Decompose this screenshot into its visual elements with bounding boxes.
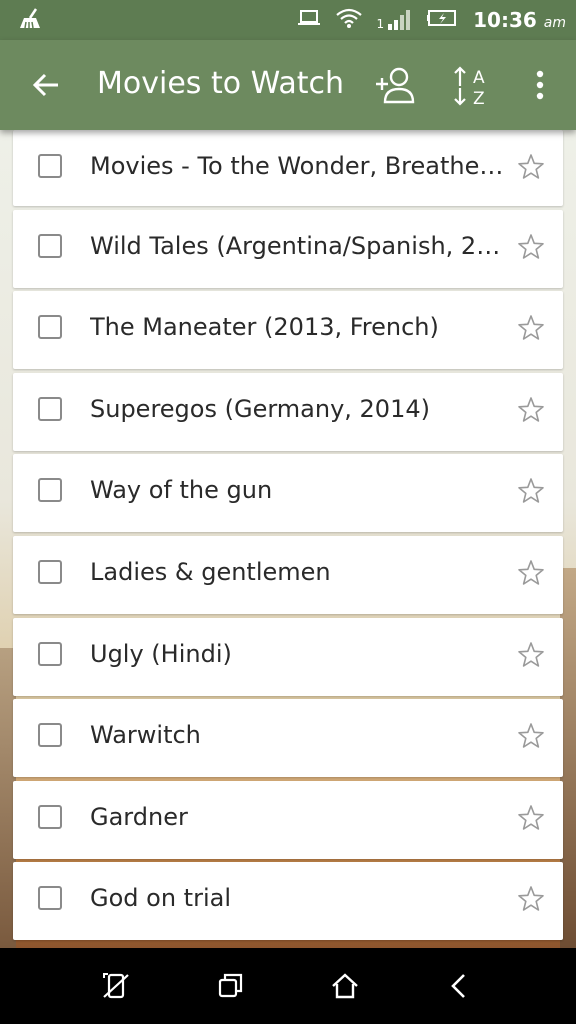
item-title: Ladies & gentlemen: [90, 557, 331, 586]
list-item[interactable]: God on trial: [13, 862, 563, 941]
item-checkbox[interactable]: [38, 233, 62, 258]
screenshot-icon: [103, 973, 129, 999]
sort-button[interactable]: A Z: [452, 64, 496, 109]
list-item[interactable]: Ladies & gentlemen: [13, 535, 563, 614]
item-checkbox[interactable]: [38, 396, 62, 421]
svg-text:A: A: [473, 68, 485, 88]
star-icon[interactable]: [517, 314, 545, 342]
task-list: Movies - To the Wonder, Breathe In Wild …: [13, 130, 563, 944]
item-title: Ugly (Hindi): [90, 639, 232, 668]
item-checkbox[interactable]: [38, 886, 62, 911]
add-person-icon: [376, 67, 415, 104]
recent-apps-button[interactable]: [214, 970, 246, 1002]
list-item[interactable]: Movies - To the Wonder, Breathe In: [13, 130, 563, 206]
laptop-icon: [297, 8, 321, 32]
sort-az-icon: A Z: [454, 66, 485, 109]
star-icon[interactable]: [517, 477, 545, 505]
star-icon[interactable]: [517, 153, 545, 181]
star-icon[interactable]: [517, 559, 545, 587]
home-icon: [332, 973, 358, 999]
screenshot-button[interactable]: [100, 970, 132, 1002]
home-button[interactable]: [329, 970, 361, 1002]
item-title: The Maneater (2013, French): [90, 313, 439, 342]
item-title: Superegos (Germany, 2014): [90, 394, 430, 423]
item-title: Way of the gun: [90, 476, 273, 505]
list-item[interactable]: Way of the gun: [13, 454, 563, 533]
item-checkbox[interactable]: [38, 804, 62, 829]
cleaner-icon: [16, 6, 44, 38]
clock-time: 10:36: [473, 8, 537, 32]
list-item[interactable]: The Maneater (2013, French): [13, 291, 563, 370]
item-title: Movies - To the Wonder, Breathe In: [90, 152, 507, 180]
svg-text:Z: Z: [473, 89, 485, 108]
page-title: Movies to Watch: [97, 66, 345, 101]
recent-apps-icon: [218, 973, 243, 998]
item-checkbox[interactable]: [38, 723, 62, 748]
nav-back-button[interactable]: [444, 970, 476, 1002]
wifi-icon: [335, 6, 363, 34]
battery-charging-icon: [427, 8, 459, 32]
item-checkbox[interactable]: [38, 478, 62, 503]
item-title: Gardner: [90, 802, 188, 831]
item-title: Warwitch: [90, 721, 201, 750]
item-checkbox[interactable]: [38, 154, 62, 178]
clock: 10:36 am: [473, 8, 566, 32]
item-checkbox[interactable]: [38, 559, 62, 584]
more-vert-icon: [536, 70, 544, 100]
list-item[interactable]: Wild Tales (Argentina/Spanish, 2014): [13, 209, 563, 288]
list-item[interactable]: Ugly (Hindi): [13, 617, 563, 696]
star-icon[interactable]: [517, 233, 545, 261]
item-title: God on trial: [90, 884, 231, 913]
list-item[interactable]: Superegos (Germany, 2014): [13, 372, 563, 451]
star-icon[interactable]: [517, 885, 545, 913]
back-icon: [451, 974, 465, 998]
star-icon[interactable]: [517, 722, 545, 750]
list-item[interactable]: Gardner: [13, 780, 563, 859]
star-icon[interactable]: [517, 804, 545, 832]
more-options-button[interactable]: [524, 64, 556, 108]
list-item[interactable]: Warwitch: [13, 699, 563, 778]
signal-icon: 1: [377, 9, 414, 31]
item-title: Wild Tales (Argentina/Spanish, 2014): [90, 231, 507, 260]
back-button[interactable]: [28, 67, 64, 103]
sim-number: 1: [376, 17, 385, 31]
app-bar: Movies to Watch A Z: [0, 40, 576, 130]
status-bar: 1 10:36 am: [0, 0, 576, 40]
clock-ampm: am: [543, 15, 566, 31]
system-nav-bar: [0, 948, 576, 1024]
share-list-button[interactable]: [374, 64, 418, 108]
arrow-left-icon: [32, 73, 58, 97]
item-checkbox[interactable]: [38, 641, 62, 666]
star-icon[interactable]: [517, 641, 545, 669]
star-icon[interactable]: [517, 396, 545, 424]
item-checkbox[interactable]: [38, 315, 62, 340]
